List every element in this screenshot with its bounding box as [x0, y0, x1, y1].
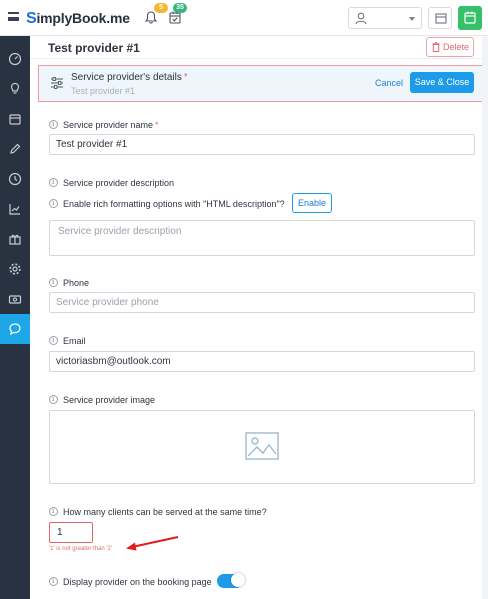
- info-icon[interactable]: [49, 120, 58, 129]
- chat-icon: [9, 323, 21, 336]
- rich-format-label: Enable rich formatting options with "HTM…: [49, 199, 285, 209]
- enable-html-button[interactable]: Enable: [292, 193, 332, 213]
- capacity-label: How many clients can be served at the sa…: [49, 507, 267, 517]
- info-icon[interactable]: [49, 577, 58, 586]
- display-toggle[interactable]: [217, 573, 245, 588]
- gift-icon: [9, 234, 21, 245]
- details-section-header: Service provider's details * Test provide…: [38, 65, 483, 102]
- required-mark: *: [155, 120, 159, 130]
- sidebar-item-schedule[interactable]: [0, 164, 30, 194]
- save-close-button[interactable]: Save & Close: [410, 72, 474, 93]
- display-label-text: Display provider on the booking page: [63, 577, 212, 587]
- scrollbar[interactable]: [482, 36, 488, 599]
- name-label: Service provider name*: [49, 120, 159, 130]
- description-label-text: Service provider description: [63, 178, 175, 188]
- details-title-text: Service provider's details: [71, 72, 182, 83]
- delete-button[interactable]: Delete: [426, 37, 474, 57]
- sidebar-item-calendar[interactable]: [0, 104, 30, 134]
- required-mark: *: [183, 72, 188, 83]
- display-label: Display provider on the booking page: [49, 577, 212, 587]
- logo[interactable]: SimplyBook.me: [26, 10, 130, 28]
- info-icon[interactable]: [49, 178, 58, 187]
- divider: [30, 58, 488, 59]
- capacity-error: '1' is not greater than '2': [49, 546, 112, 552]
- description-label: Service provider description: [49, 178, 174, 188]
- phone-input[interactable]: Service provider phone: [49, 292, 475, 313]
- booking-site-button[interactable]: [458, 6, 482, 30]
- bell-icon[interactable]: [145, 11, 157, 24]
- image-label-text: Service provider image: [63, 395, 156, 405]
- info-icon[interactable]: [49, 395, 58, 404]
- delete-label: Delete: [443, 42, 470, 52]
- sliders-icon: [51, 77, 63, 89]
- cancel-button[interactable]: Cancel: [375, 78, 403, 88]
- capacity-label-text: How many clients can be served at the sa…: [63, 507, 267, 517]
- provider-edit-panel: Test provider #1 Delete Service provider…: [30, 36, 488, 599]
- description-textarea[interactable]: Service provider description: [49, 220, 475, 256]
- chart-icon: [9, 204, 20, 215]
- chevron-down-icon: [409, 17, 415, 21]
- email-label: Email: [49, 336, 86, 346]
- user-icon: [355, 12, 367, 25]
- phone-label: Phone: [49, 278, 89, 288]
- bookings-badge: 35: [173, 3, 187, 13]
- page-title: Test provider #1: [48, 41, 140, 55]
- user-dropdown[interactable]: [348, 7, 422, 29]
- calendar-icon: [9, 114, 21, 125]
- store-button[interactable]: [428, 7, 452, 29]
- details-subtitle: Test provider #1: [71, 86, 136, 96]
- sidebar-item-dashboard[interactable]: [0, 44, 30, 74]
- logo-initial: S: [26, 10, 37, 27]
- image-label: Service provider image: [49, 395, 155, 405]
- sidebar-item-reports[interactable]: [0, 194, 30, 224]
- email-label-text: Email: [63, 336, 86, 346]
- sidebar-item-ideas[interactable]: [0, 74, 30, 104]
- gear-icon: [9, 263, 21, 275]
- lightbulb-icon: [10, 82, 20, 94]
- name-label-text: Service provider name: [63, 120, 154, 130]
- pencil-icon: [10, 143, 21, 154]
- image-placeholder-icon: [245, 432, 279, 460]
- menu-icon[interactable]: [8, 12, 19, 21]
- clock-icon: [8, 172, 22, 186]
- sidebar-item-edit[interactable]: [0, 134, 30, 164]
- details-title: Service provider's details *: [71, 72, 188, 83]
- sidebar: [0, 36, 30, 599]
- info-icon[interactable]: [49, 507, 58, 516]
- dashboard-icon: [8, 52, 22, 66]
- info-icon[interactable]: [49, 199, 58, 208]
- logo-suffix: .me: [106, 10, 130, 26]
- sidebar-item-payments[interactable]: [0, 284, 30, 314]
- phone-label-text: Phone: [63, 278, 90, 288]
- cash-icon: [8, 295, 22, 304]
- sidebar-item-settings[interactable]: [0, 254, 30, 284]
- arrow-annotation-icon: [126, 536, 179, 551]
- store-icon: [435, 13, 447, 24]
- info-icon[interactable]: [49, 336, 58, 345]
- top-header: SimplyBook.me 5 35: [0, 0, 488, 36]
- info-icon[interactable]: [49, 278, 58, 287]
- image-upload-area[interactable]: [49, 410, 475, 484]
- email-input[interactable]: victoriasbm@outlook.com: [49, 351, 475, 372]
- sidebar-item-messages[interactable]: [0, 314, 30, 344]
- sidebar-item-promotions[interactable]: [0, 224, 30, 254]
- trash-icon: [432, 42, 440, 52]
- capacity-input[interactable]: 1: [49, 522, 93, 543]
- rich-format-text: Enable rich formatting options with "HTM…: [63, 199, 285, 209]
- logo-text: implyBook: [36, 10, 107, 26]
- provider-name-input[interactable]: Test provider #1: [49, 134, 475, 155]
- calendar-icon: [464, 11, 476, 24]
- notifications-badge: 5: [154, 3, 168, 13]
